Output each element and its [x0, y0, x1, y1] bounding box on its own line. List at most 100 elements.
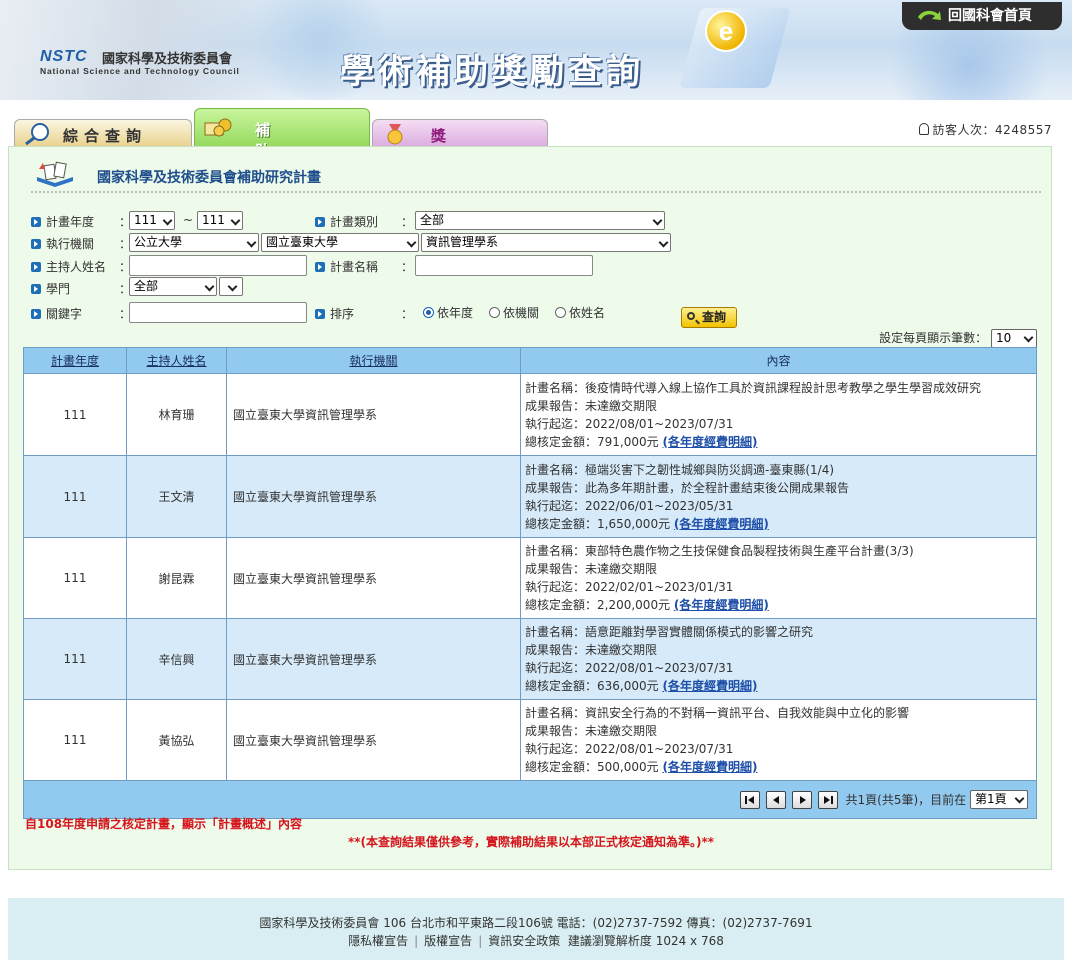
budget-detail-link[interactable]: (各年度經費明細): [674, 598, 769, 612]
keyword-input[interactable]: [129, 302, 307, 323]
field-label: 學門: [31, 280, 70, 297]
arrow-right-icon: [799, 795, 806, 804]
cell-pi: 謝昆霖: [126, 537, 227, 619]
column-header-org[interactable]: 執行機關: [226, 347, 521, 374]
chevron-down-icon: [204, 281, 215, 292]
pi-label-text: 主持人姓名: [46, 260, 107, 274]
year-to-select[interactable]: 111: [197, 211, 243, 230]
sort-option-org[interactable]: 依機關: [489, 304, 539, 321]
approved-amount: 總核定金額：500,000元: [525, 760, 659, 774]
visitor-count-text: 訪客人次：4248557: [932, 123, 1052, 137]
plan-name: 計畫名稱：東部特色農作物之生技保健食品製程技術與生產平台計畫(3/3): [525, 544, 914, 558]
field-value: 全部: [134, 279, 159, 293]
disclaimer-note: **(本查詢結果僅供參考，實際補助結果以本部正式核定通知為準。)**: [347, 835, 715, 849]
first-page-button[interactable]: [740, 790, 761, 809]
tab-general-search[interactable]: 綜合查詢: [14, 119, 192, 149]
org-school-select[interactable]: 國立臺東大學: [261, 233, 419, 252]
bullet-icon: [315, 262, 325, 272]
sort-option-year-label: 依年度: [437, 306, 474, 320]
arrow-left-icon: [748, 795, 755, 804]
chevron-down-icon: [652, 215, 663, 226]
nstc-logo-english[interactable]: National Science and Technology Council: [40, 66, 240, 76]
nstc-logo[interactable]: NSTC: [40, 48, 88, 66]
sort-option-year[interactable]: 依年度: [423, 304, 473, 321]
radio-icon[interactable]: [489, 307, 500, 318]
org-label-text: 執行機關: [46, 237, 95, 251]
search-icon: [687, 312, 695, 320]
column-header-year-label[interactable]: 計畫年度: [51, 354, 99, 368]
medal-icon: [387, 124, 403, 145]
person-icon: [918, 123, 929, 135]
radio-icon[interactable]: [555, 307, 566, 318]
budget-detail-link[interactable]: (各年度經費明細): [662, 435, 757, 449]
tab-award[interactable]: 獎 勵: [372, 119, 548, 166]
cell-pi: 林育珊: [126, 373, 227, 456]
last-page-button[interactable]: [817, 790, 838, 809]
colon: ：: [401, 260, 414, 274]
plan-name: 計畫名稱：資訊安全行為的不對稱一資訊平台、自我效能與中立化的影響: [525, 706, 910, 720]
org-kind-select[interactable]: 公立大學: [129, 233, 259, 252]
column-header-org-label[interactable]: 執行機關: [349, 354, 397, 368]
chevron-down-icon: [658, 237, 669, 248]
chevron-down-icon: [246, 237, 257, 248]
subfield-select[interactable]: [219, 277, 243, 296]
tab-general-search-label: 綜合查詢: [63, 127, 148, 145]
column-header-pi[interactable]: 主持人姓名: [126, 347, 227, 374]
page-select-value: 第1頁: [975, 792, 1007, 806]
form-row-keyword: 關鍵字 ： 排序 ： 依年度 依機關 依姓名: [31, 301, 1031, 325]
execution-period: 執行起迄：2022/08/01~2023/07/31: [525, 742, 734, 756]
colon: ：: [401, 307, 414, 321]
cell-year: 111: [23, 455, 127, 538]
prev-page-button[interactable]: [766, 790, 787, 809]
plan-name-field-label: 計畫名稱: [315, 258, 378, 275]
per-page-select[interactable]: 10: [991, 329, 1037, 348]
table-row: 111 黃協弘 國立臺東大學資訊管理學系 計畫名稱：資訊安全行為的不對稱一資訊平…: [23, 699, 1037, 781]
pi-name-input[interactable]: [129, 255, 307, 276]
per-page-setting: 設定每頁顯示筆數： 10: [879, 329, 1037, 348]
copyright-link[interactable]: 版權宣告: [424, 934, 472, 948]
budget-detail-link[interactable]: (各年度經費明細): [674, 517, 769, 531]
report-status: 成果報告：未達繳交期限: [525, 398, 658, 413]
privacy-link[interactable]: 隱私權宣告: [348, 934, 408, 948]
org-dept-select[interactable]: 資訊管理學系: [421, 233, 671, 252]
form-row-pi: 主持人姓名 ： 計畫名稱 ：: [31, 253, 1031, 277]
e-logo-icon: e: [705, 10, 747, 52]
sort-option-name[interactable]: 依姓名: [555, 304, 605, 321]
page-select[interactable]: 第1頁: [970, 790, 1028, 809]
chevron-down-icon: [406, 237, 417, 248]
sort-option-org-label: 依機關: [503, 306, 540, 320]
table-row: 111 林育珊 國立臺東大學資訊管理學系 計畫名稱：後疫情時代導入線上協作工具於…: [23, 373, 1037, 456]
type-label-text: 計畫類別: [330, 215, 379, 229]
column-header-year[interactable]: 計畫年度: [23, 347, 127, 374]
book-icon: [37, 161, 73, 187]
table-row: 111 辛信興 國立臺東大學資訊管理學系 計畫名稱：語意距離對學習實體關係模式的…: [23, 618, 1037, 700]
next-page-button[interactable]: [791, 790, 812, 809]
chevron-down-icon: [1023, 332, 1034, 343]
plan-name-label-text: 計畫名稱: [330, 260, 379, 274]
tab-grant[interactable]: 補 助: [194, 108, 370, 160]
keyword-field-label: 關鍵字: [31, 305, 82, 322]
search-button[interactable]: 查詢: [681, 307, 737, 328]
bullet-icon: [31, 217, 41, 227]
per-page-value: 10: [996, 331, 1012, 345]
plan-name: 計畫名稱：後疫情時代導入線上協作工具於資訊課程設計思考教學之學生學習成效研究: [525, 380, 982, 395]
field-select[interactable]: 全部: [129, 277, 217, 296]
search-button-label: 查詢: [702, 310, 727, 324]
approved-amount: 總核定金額：1,650,000元: [525, 516, 671, 531]
last-page-icon: [830, 795, 833, 804]
budget-detail-link[interactable]: (各年度經費明細): [662, 760, 757, 774]
pagination-row: 共1頁(共5筆)，目前在 第1頁: [23, 780, 1037, 819]
year-from-select[interactable]: 111: [129, 211, 175, 230]
radio-selected-icon[interactable]: [423, 307, 434, 318]
report-status: 成果報告：未達繳交期限: [525, 724, 658, 738]
column-header-pi-label[interactable]: 主持人姓名: [146, 354, 206, 368]
nstc-logo-chinese[interactable]: 國家科學及技術委員會: [102, 48, 232, 67]
org-school-value: 國立臺東大學: [266, 235, 339, 249]
nstc-home-button[interactable]: 回國科會首頁: [902, 2, 1062, 30]
security-policy-link[interactable]: 資訊安全政策: [488, 934, 560, 948]
sort-label-text: 排序: [330, 307, 355, 321]
plan-name-input[interactable]: [415, 255, 593, 276]
cell-content: 計畫名稱：語意距離對學習實體關係模式的影響之研究 成果報告：未達繳交期限 執行起…: [520, 618, 1037, 700]
type-select[interactable]: 全部: [415, 211, 665, 230]
budget-detail-link[interactable]: (各年度經費明細): [662, 679, 757, 693]
